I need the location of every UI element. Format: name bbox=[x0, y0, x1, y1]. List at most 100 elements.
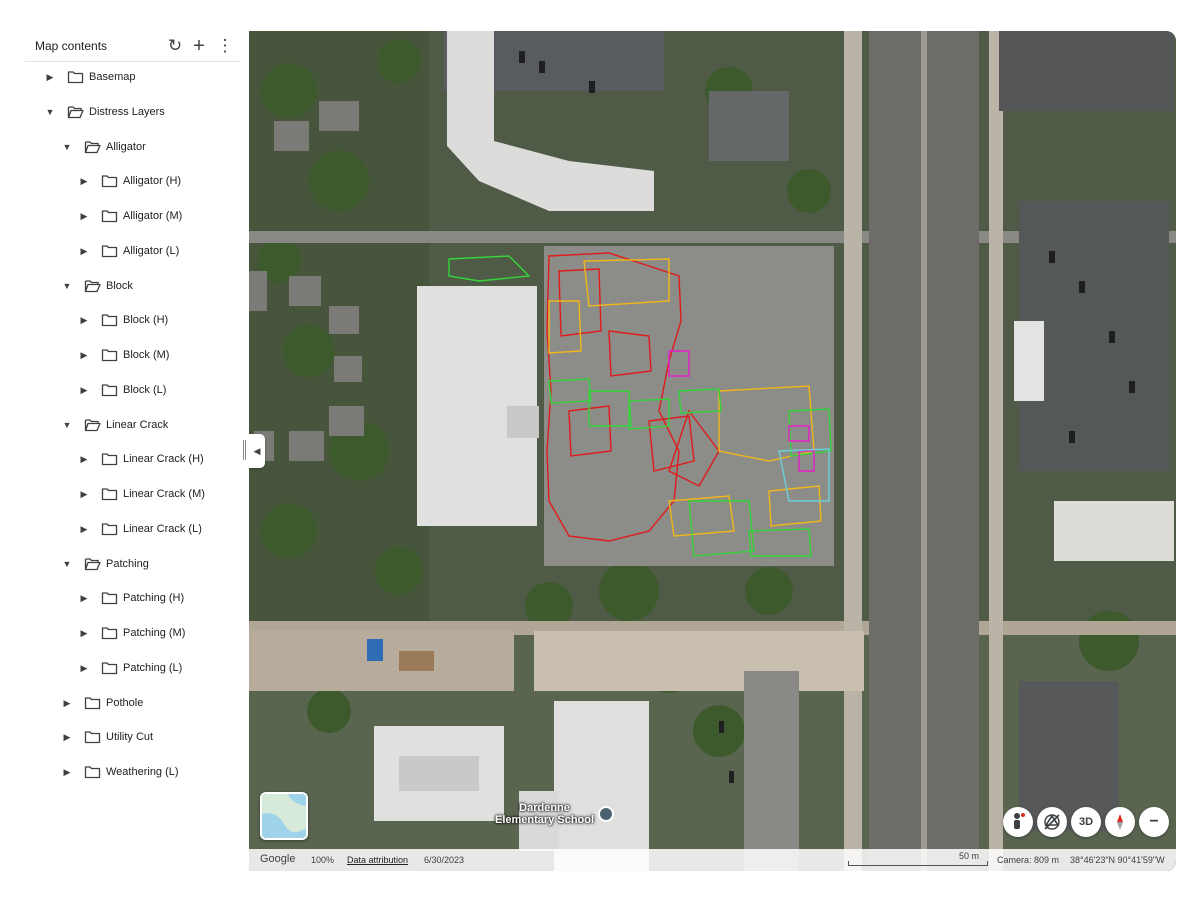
tree-item[interactable]: ▼ Distress Layers bbox=[25, 98, 240, 128]
tree-item-label: Alligator (M) bbox=[123, 210, 183, 222]
google-logo: Google bbox=[260, 853, 296, 865]
tree-item[interactable]: ▶ Alligator (M) bbox=[25, 202, 240, 232]
status-bar: Google 100% Data attribution 6/30/2023 5… bbox=[249, 849, 1176, 871]
folder-icon bbox=[101, 661, 118, 675]
folder-icon bbox=[101, 348, 118, 362]
folder-icon bbox=[101, 487, 118, 501]
tree-item-label: Block (M) bbox=[123, 349, 170, 361]
expand-arrow-icon[interactable]: ▶ bbox=[61, 766, 73, 778]
folder-icon bbox=[101, 522, 118, 536]
map-contents-panel: Map contents ↻ + ⋮ ▶ Basemap ▼ Distress Lay… bbox=[25, 31, 240, 871]
tree-item-label: Distress Layers bbox=[89, 105, 165, 118]
expand-arrow-icon[interactable]: ▶ bbox=[78, 523, 90, 535]
tilt-off-icon[interactable] bbox=[1037, 807, 1067, 837]
expand-arrow-icon[interactable]: ▶ bbox=[78, 245, 90, 257]
tree-item-label: Block (L) bbox=[123, 383, 167, 396]
basemap-switcher[interactable] bbox=[260, 792, 308, 840]
pegman-icon[interactable] bbox=[1003, 807, 1033, 837]
folder-open-icon bbox=[84, 279, 101, 293]
tree-item-label: Linear Crack (H) bbox=[123, 453, 204, 466]
tree-item[interactable]: ▶ Block (M) bbox=[25, 341, 240, 371]
panel-title: Map contents bbox=[35, 39, 108, 53]
tree-item[interactable]: ▼ Alligator bbox=[25, 133, 240, 163]
expand-arrow-icon[interactable]: ▶ bbox=[78, 627, 90, 639]
folder-icon bbox=[101, 383, 118, 397]
expand-arrow-icon[interactable]: ▶ bbox=[61, 731, 73, 743]
tree-item[interactable]: ▶ Linear Crack (M) bbox=[25, 480, 240, 510]
tree-item-label: Alligator (L) bbox=[123, 244, 180, 257]
tree-item[interactable]: ▶ Alligator (H) bbox=[25, 167, 240, 197]
tree-item[interactable]: ▶ Block (H) bbox=[25, 306, 240, 336]
folder-icon bbox=[84, 730, 101, 744]
expand-arrow-icon[interactable]: ▶ bbox=[61, 697, 73, 709]
tree-item[interactable]: ▼ Patching bbox=[25, 550, 240, 580]
tree-item[interactable]: ▶ Basemap bbox=[25, 63, 240, 93]
tree-item[interactable]: ▶ Patching (H) bbox=[25, 584, 240, 614]
tree-item[interactable]: ▶ Linear Crack (L) bbox=[25, 515, 240, 545]
tree-item-label: Weathering (L) bbox=[106, 766, 179, 778]
data-attribution-link[interactable]: Data attribution bbox=[347, 855, 408, 865]
folder-open-icon bbox=[67, 105, 84, 119]
folder-open-icon bbox=[84, 557, 101, 571]
compass-icon[interactable] bbox=[1105, 807, 1135, 837]
tree-item-label: Alligator (H) bbox=[123, 175, 182, 188]
basemap-thumbnail-icon bbox=[262, 794, 306, 838]
tree-item[interactable]: ▼ Block bbox=[25, 272, 240, 302]
zoom-out-button[interactable]: − bbox=[1139, 807, 1169, 837]
tree-item-label: Block (H) bbox=[123, 314, 169, 327]
tree-item[interactable]: ▶ Patching (L) bbox=[25, 654, 240, 684]
tree-item-label: Block bbox=[106, 279, 133, 292]
expand-arrow-icon[interactable]: ▶ bbox=[44, 71, 56, 83]
expand-arrow-icon[interactable]: ▶ bbox=[78, 349, 90, 361]
tree-item-label: Patching (H) bbox=[123, 592, 185, 605]
add-icon[interactable]: + bbox=[189, 36, 209, 56]
school-pin-icon[interactable] bbox=[598, 806, 614, 822]
map-view[interactable]: ◀ Dardenne Elementary School 3D − Google… bbox=[249, 31, 1176, 871]
folder-icon bbox=[101, 626, 118, 640]
expand-arrow-icon[interactable]: ▶ bbox=[78, 662, 90, 674]
collapse-arrow-icon[interactable]: ▼ bbox=[61, 280, 73, 292]
place-label-line2: Elementary School bbox=[495, 814, 595, 826]
expand-arrow-icon[interactable]: ▶ bbox=[78, 210, 90, 222]
zoom-level: 100% bbox=[311, 855, 335, 865]
tree-item-label: Patching (M) bbox=[123, 627, 186, 639]
more-vert-icon[interactable]: ⋮ bbox=[215, 36, 235, 56]
scale-bar bbox=[848, 861, 988, 866]
tree-item[interactable]: ▶ Block (L) bbox=[25, 376, 240, 406]
place-label: Dardenne Elementary School bbox=[495, 802, 594, 826]
tree-item[interactable]: ▶ Pothole bbox=[25, 689, 240, 719]
collapse-panel-button[interactable]: ◀ bbox=[249, 434, 265, 468]
refresh-icon[interactable]: ↻ bbox=[165, 36, 185, 56]
coordinates: 38°46'23"N 90°41'59"W bbox=[1070, 855, 1165, 865]
tree-item[interactable]: ▶ Patching (M) bbox=[25, 619, 240, 649]
aerial-imagery bbox=[249, 31, 1176, 871]
expand-arrow-icon[interactable]: ▶ bbox=[78, 175, 90, 187]
collapse-arrow-icon[interactable]: ▼ bbox=[61, 558, 73, 570]
scale-label: 50 m bbox=[959, 851, 980, 861]
expand-arrow-icon[interactable]: ▶ bbox=[78, 488, 90, 500]
collapse-arrow-icon[interactable]: ▼ bbox=[61, 141, 73, 153]
tree-item-label: Patching bbox=[106, 557, 149, 570]
tree-item-label: Basemap bbox=[89, 71, 136, 83]
view-3d-button[interactable]: 3D bbox=[1071, 807, 1101, 837]
collapse-arrow-icon[interactable]: ▼ bbox=[61, 419, 73, 431]
tree-item[interactable]: ▶ Linear Crack (H) bbox=[25, 445, 240, 475]
expand-arrow-icon[interactable]: ▶ bbox=[78, 384, 90, 396]
collapse-arrow-icon[interactable]: ▼ bbox=[44, 106, 56, 118]
folder-open-icon bbox=[84, 140, 101, 154]
place-label-line1: Dardenne bbox=[519, 802, 570, 814]
folder-icon bbox=[84, 696, 101, 710]
expand-arrow-icon[interactable]: ▶ bbox=[78, 453, 90, 465]
tree-item[interactable]: ▶ Utility Cut bbox=[25, 723, 240, 753]
tree-item[interactable]: ▶ Alligator (L) bbox=[25, 237, 240, 267]
expand-arrow-icon[interactable]: ▶ bbox=[78, 314, 90, 326]
tree-item-label: Linear Crack bbox=[106, 418, 169, 431]
expand-arrow-icon[interactable]: ▶ bbox=[78, 592, 90, 604]
tree-item[interactable]: ▼ Linear Crack bbox=[25, 411, 240, 441]
tree-item-label: Utility Cut bbox=[106, 731, 154, 744]
folder-icon bbox=[67, 70, 84, 84]
tree-item-label: Alligator bbox=[106, 140, 146, 153]
panel-resize-handle[interactable] bbox=[243, 440, 246, 460]
tree-item[interactable]: ▶ Weathering (L) bbox=[25, 758, 240, 788]
tree-item-label: Linear Crack (L) bbox=[123, 522, 202, 535]
